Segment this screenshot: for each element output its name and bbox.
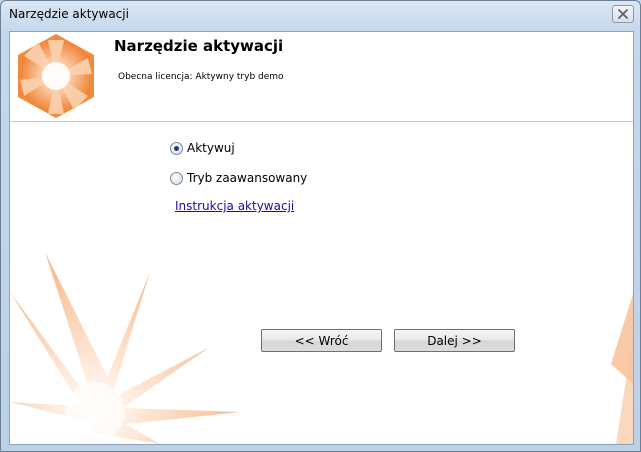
license-status: Obecna licencja: Aktywny tryb demo	[118, 72, 284, 82]
activation-instructions-link[interactable]: Instrukcja aktywacji	[175, 199, 294, 213]
radio-advanced-unselected[interactable]	[170, 171, 183, 185]
option-activate-label: Aktywuj	[187, 141, 235, 155]
activation-window: Narzędzie aktywacji Narzędzie aktywacji …	[0, 0, 641, 452]
next-button[interactable]: Dalej >>	[394, 329, 515, 352]
option-advanced-mode[interactable]: Tryb zaawansowany	[170, 171, 307, 185]
close-icon	[618, 9, 628, 19]
header-divider	[10, 121, 633, 122]
option-advanced-label: Tryb zaawansowany	[187, 171, 308, 185]
decorative-star-graphic	[10, 252, 240, 444]
decorative-star-edge	[611, 294, 633, 444]
back-button[interactable]: << Wróć	[261, 329, 382, 352]
window-title: Narzędzie aktywacji	[9, 7, 129, 21]
title-bar[interactable]: Narzędzie aktywacji	[1, 1, 640, 29]
dialog-client-area: Narzędzie aktywacji Obecna licencja: Akt…	[9, 31, 634, 445]
radio-dot-icon	[174, 145, 179, 151]
header-title: Narzędzie aktywacji	[114, 37, 284, 55]
option-activate[interactable]: Aktywuj	[170, 141, 235, 155]
radio-activate-selected[interactable]	[170, 141, 183, 155]
close-button[interactable]	[612, 5, 634, 23]
hexagon-star-logo-icon	[18, 34, 94, 118]
